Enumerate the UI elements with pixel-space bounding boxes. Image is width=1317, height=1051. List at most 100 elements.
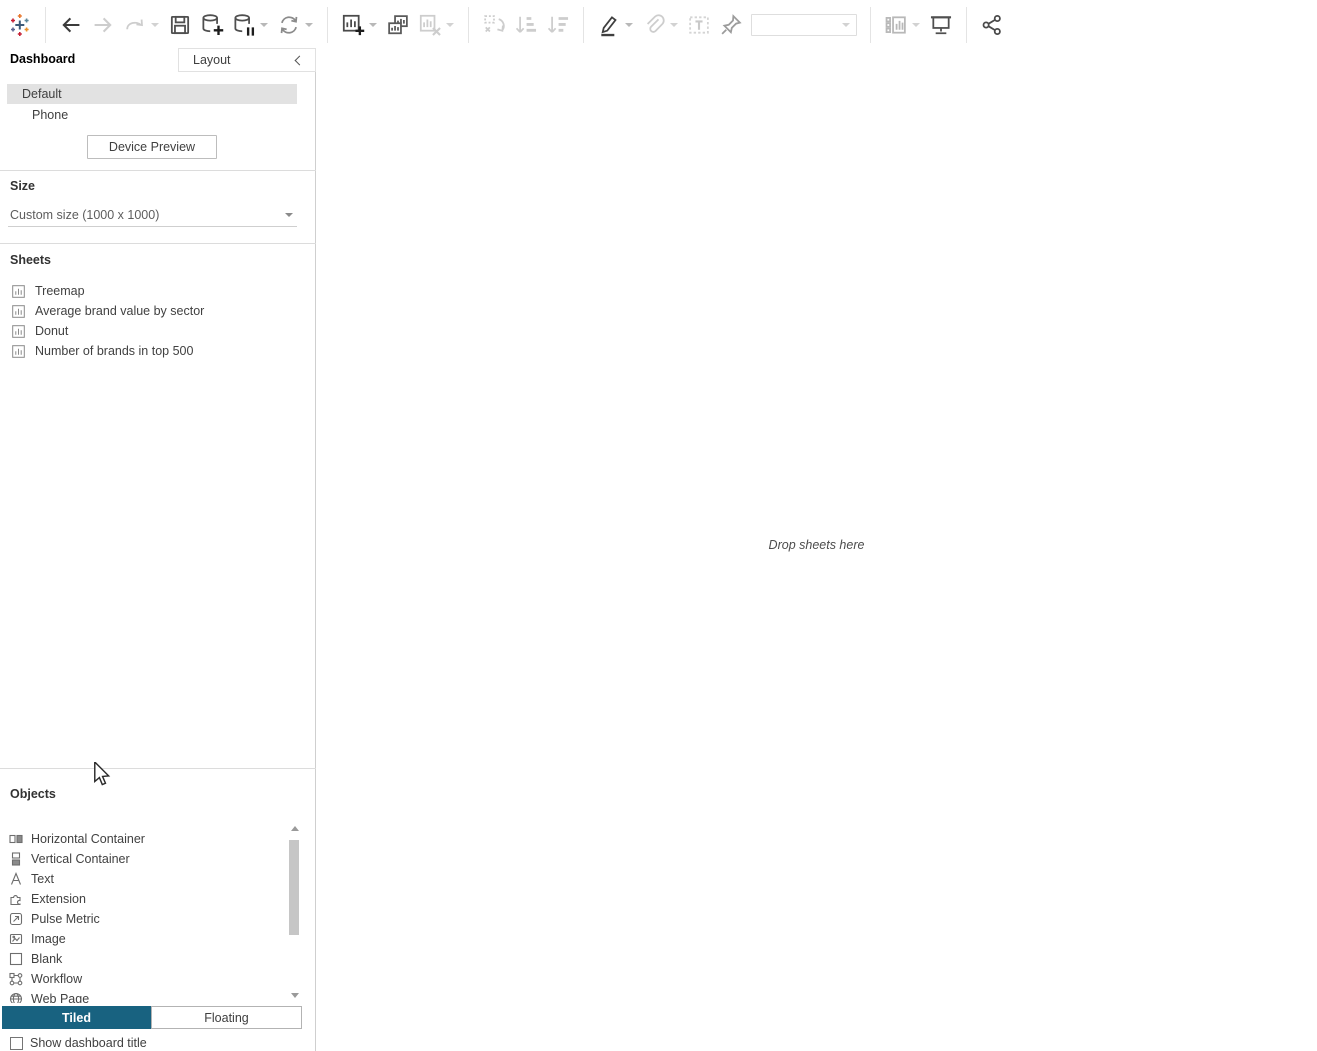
object-item-horizontal-container[interactable]: Horizontal Container — [0, 829, 286, 849]
object-item-blank[interactable]: Blank — [0, 949, 286, 969]
show-hide-cards-icon — [880, 7, 912, 43]
redo-icon[interactable] — [119, 7, 151, 43]
object-item-workflow[interactable]: Workflow — [0, 969, 286, 989]
device-item-phone[interactable]: Phone — [7, 105, 297, 125]
device-item-default[interactable]: Default — [7, 84, 297, 104]
object-item-label: Horizontal Container — [31, 832, 145, 846]
toolbar-separator — [468, 6, 469, 43]
toolbar-separator — [966, 6, 967, 43]
size-section-label: Size — [10, 179, 36, 193]
floating-button[interactable]: Floating — [151, 1006, 302, 1029]
drop-sheets-hint: Drop sheets here — [768, 538, 865, 552]
fit-selector-caret[interactable] — [842, 22, 850, 27]
share-workbook-icon[interactable] — [976, 7, 1008, 43]
refresh-dropdown-caret[interactable] — [305, 22, 313, 27]
objects-list: Horizontal Container Vertical Container … — [0, 829, 286, 1003]
object-item-extension[interactable]: Extension — [0, 889, 286, 909]
save-icon[interactable] — [164, 7, 196, 43]
pause-dropdown-caret[interactable] — [260, 22, 268, 27]
duplicate-sheet-icon[interactable] — [382, 7, 414, 43]
object-item-web-page[interactable]: Web Page — [0, 989, 286, 1003]
divider — [0, 170, 316, 171]
fix-axes-icon — [715, 7, 747, 43]
show-dashboard-title-checkbox[interactable] — [10, 1036, 23, 1050]
size-dropdown-value: Custom size (1000 x 1000) — [10, 208, 160, 222]
web-page-icon — [8, 992, 23, 1003]
object-item-label: Text — [31, 872, 54, 886]
object-item-image[interactable]: Image — [0, 929, 286, 949]
refresh-data-source-icon[interactable] — [273, 7, 305, 43]
toolbar-separator — [45, 6, 46, 43]
objects-scrollbar[interactable] — [288, 824, 301, 1000]
text-icon — [8, 872, 23, 886]
device-item-label: Phone — [32, 108, 69, 122]
tiled-button[interactable]: Tiled — [2, 1006, 151, 1029]
tab-layout-label: Layout — [193, 53, 231, 67]
worksheet-icon — [12, 304, 25, 318]
redo-dropdown-caret[interactable] — [151, 22, 159, 27]
group-members-dropdown-caret — [670, 22, 678, 27]
size-dropdown[interactable]: Custom size (1000 x 1000) — [10, 204, 297, 226]
divider — [0, 243, 316, 244]
object-item-pulse-metric[interactable]: Pulse Metric — [0, 909, 286, 929]
pause-auto-updates-icon[interactable] — [228, 7, 260, 43]
blank-icon — [8, 952, 23, 966]
worksheet-icon — [12, 344, 25, 358]
size-dropdown-caret[interactable] — [285, 213, 293, 217]
sheet-item-average-brand-value[interactable]: Average brand value by sector — [0, 301, 280, 321]
new-worksheet-icon[interactable] — [337, 7, 369, 43]
sheet-item-label: Donut — [35, 324, 69, 338]
pulse-metric-icon — [8, 912, 23, 926]
sheet-item-donut[interactable]: Donut — [0, 321, 280, 341]
show-mark-labels-icon — [683, 7, 715, 43]
toolbar-separator — [870, 6, 871, 43]
objects-section-label: Objects — [10, 787, 56, 801]
presentation-mode-icon[interactable] — [925, 7, 957, 43]
layout-mode-toggle: Tiled Floating — [2, 1006, 302, 1029]
swap-rows-and-columns-icon — [478, 7, 510, 43]
collapse-panel-icon[interactable] — [294, 55, 305, 65]
tiled-label: Tiled — [62, 1010, 91, 1025]
forward-icon[interactable] — [87, 7, 119, 43]
show-dashboard-title-label: Show dashboard title — [30, 1036, 147, 1050]
toolbar-separator — [327, 6, 328, 43]
horizontal-container-icon — [8, 832, 23, 846]
scrollbar-thumb[interactable] — [289, 840, 299, 935]
sheet-item-treemap[interactable]: Treemap — [0, 281, 280, 301]
group-members-icon — [638, 7, 670, 43]
scroll-up-icon[interactable] — [290, 826, 299, 831]
object-item-label: Image — [31, 932, 66, 946]
worksheet-icon — [12, 284, 25, 298]
sheet-item-label: Treemap — [35, 284, 85, 298]
device-preview-button[interactable]: Device Preview — [87, 135, 217, 159]
toolbar — [0, 0, 1317, 49]
add-data-source-icon[interactable] — [196, 7, 228, 43]
scroll-down-icon[interactable] — [290, 993, 299, 998]
divider — [0, 768, 316, 769]
device-item-label: Default — [22, 87, 62, 101]
tab-dashboard[interactable]: Dashboard — [10, 52, 75, 66]
toolbar-separator — [583, 6, 584, 43]
mouse-cursor-icon — [93, 760, 111, 791]
show-dashboard-title-option[interactable]: Show dashboard title — [10, 1036, 147, 1050]
object-item-label: Pulse Metric — [31, 912, 100, 926]
new-worksheet-dropdown-caret[interactable] — [369, 22, 377, 27]
highlight-dropdown-caret[interactable] — [625, 22, 633, 27]
tableau-logo — [4, 7, 36, 43]
vertical-container-icon — [8, 852, 23, 866]
back-icon[interactable] — [55, 7, 87, 43]
object-item-vertical-container[interactable]: Vertical Container — [0, 849, 286, 869]
sheet-item-label: Average brand value by sector — [35, 304, 205, 318]
fit-selector[interactable] — [751, 13, 857, 36]
highlight-icon[interactable] — [593, 7, 625, 43]
floating-label: Floating — [204, 1010, 249, 1025]
object-item-text[interactable]: Text — [0, 869, 286, 889]
sheets-section-label: Sheets — [10, 253, 51, 267]
dashboard-panel: Dashboard Layout Default Phone Device Pr… — [0, 48, 316, 1051]
device-preview-label: Device Preview — [108, 140, 196, 154]
object-item-label: Web Page — [31, 992, 90, 1003]
object-item-label: Vertical Container — [31, 852, 130, 866]
image-icon — [8, 932, 23, 946]
tab-layout[interactable]: Layout — [178, 48, 316, 72]
sheet-item-number-of-brands[interactable]: Number of brands in top 500 — [0, 341, 280, 361]
